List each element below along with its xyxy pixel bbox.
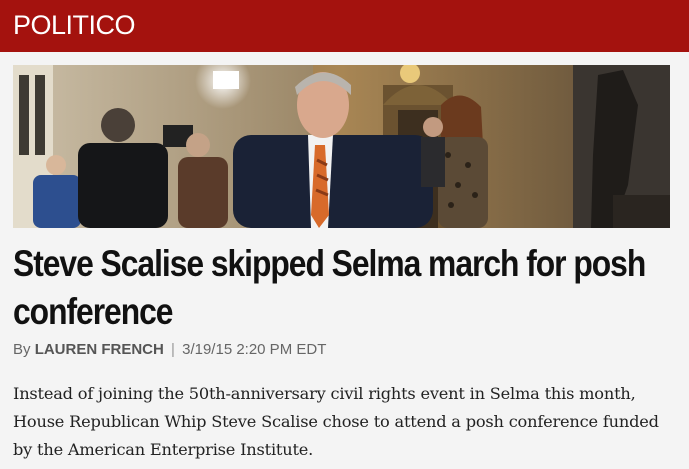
byline-prefix: By <box>13 341 31 358</box>
article-summary: Instead of joining the 50th-anniversary … <box>13 384 659 459</box>
politico-logo[interactable]: POLITICO <box>13 9 136 41</box>
byline: By LAUREN FRENCH | 3/19/15 2:20 PM EDT <box>13 341 326 359</box>
publish-timestamp: 3/19/15 2:20 PM EDT <box>182 341 327 358</box>
article-hero-image[interactable] <box>13 65 670 228</box>
author-link[interactable]: LAUREN FRENCH <box>35 341 164 358</box>
byline-separator: | <box>171 341 175 358</box>
hero-photo <box>13 65 670 228</box>
article-headline[interactable]: Steve Scalise skipped Selma march for po… <box>13 240 675 336</box>
masthead: POLITICO <box>0 0 689 52</box>
